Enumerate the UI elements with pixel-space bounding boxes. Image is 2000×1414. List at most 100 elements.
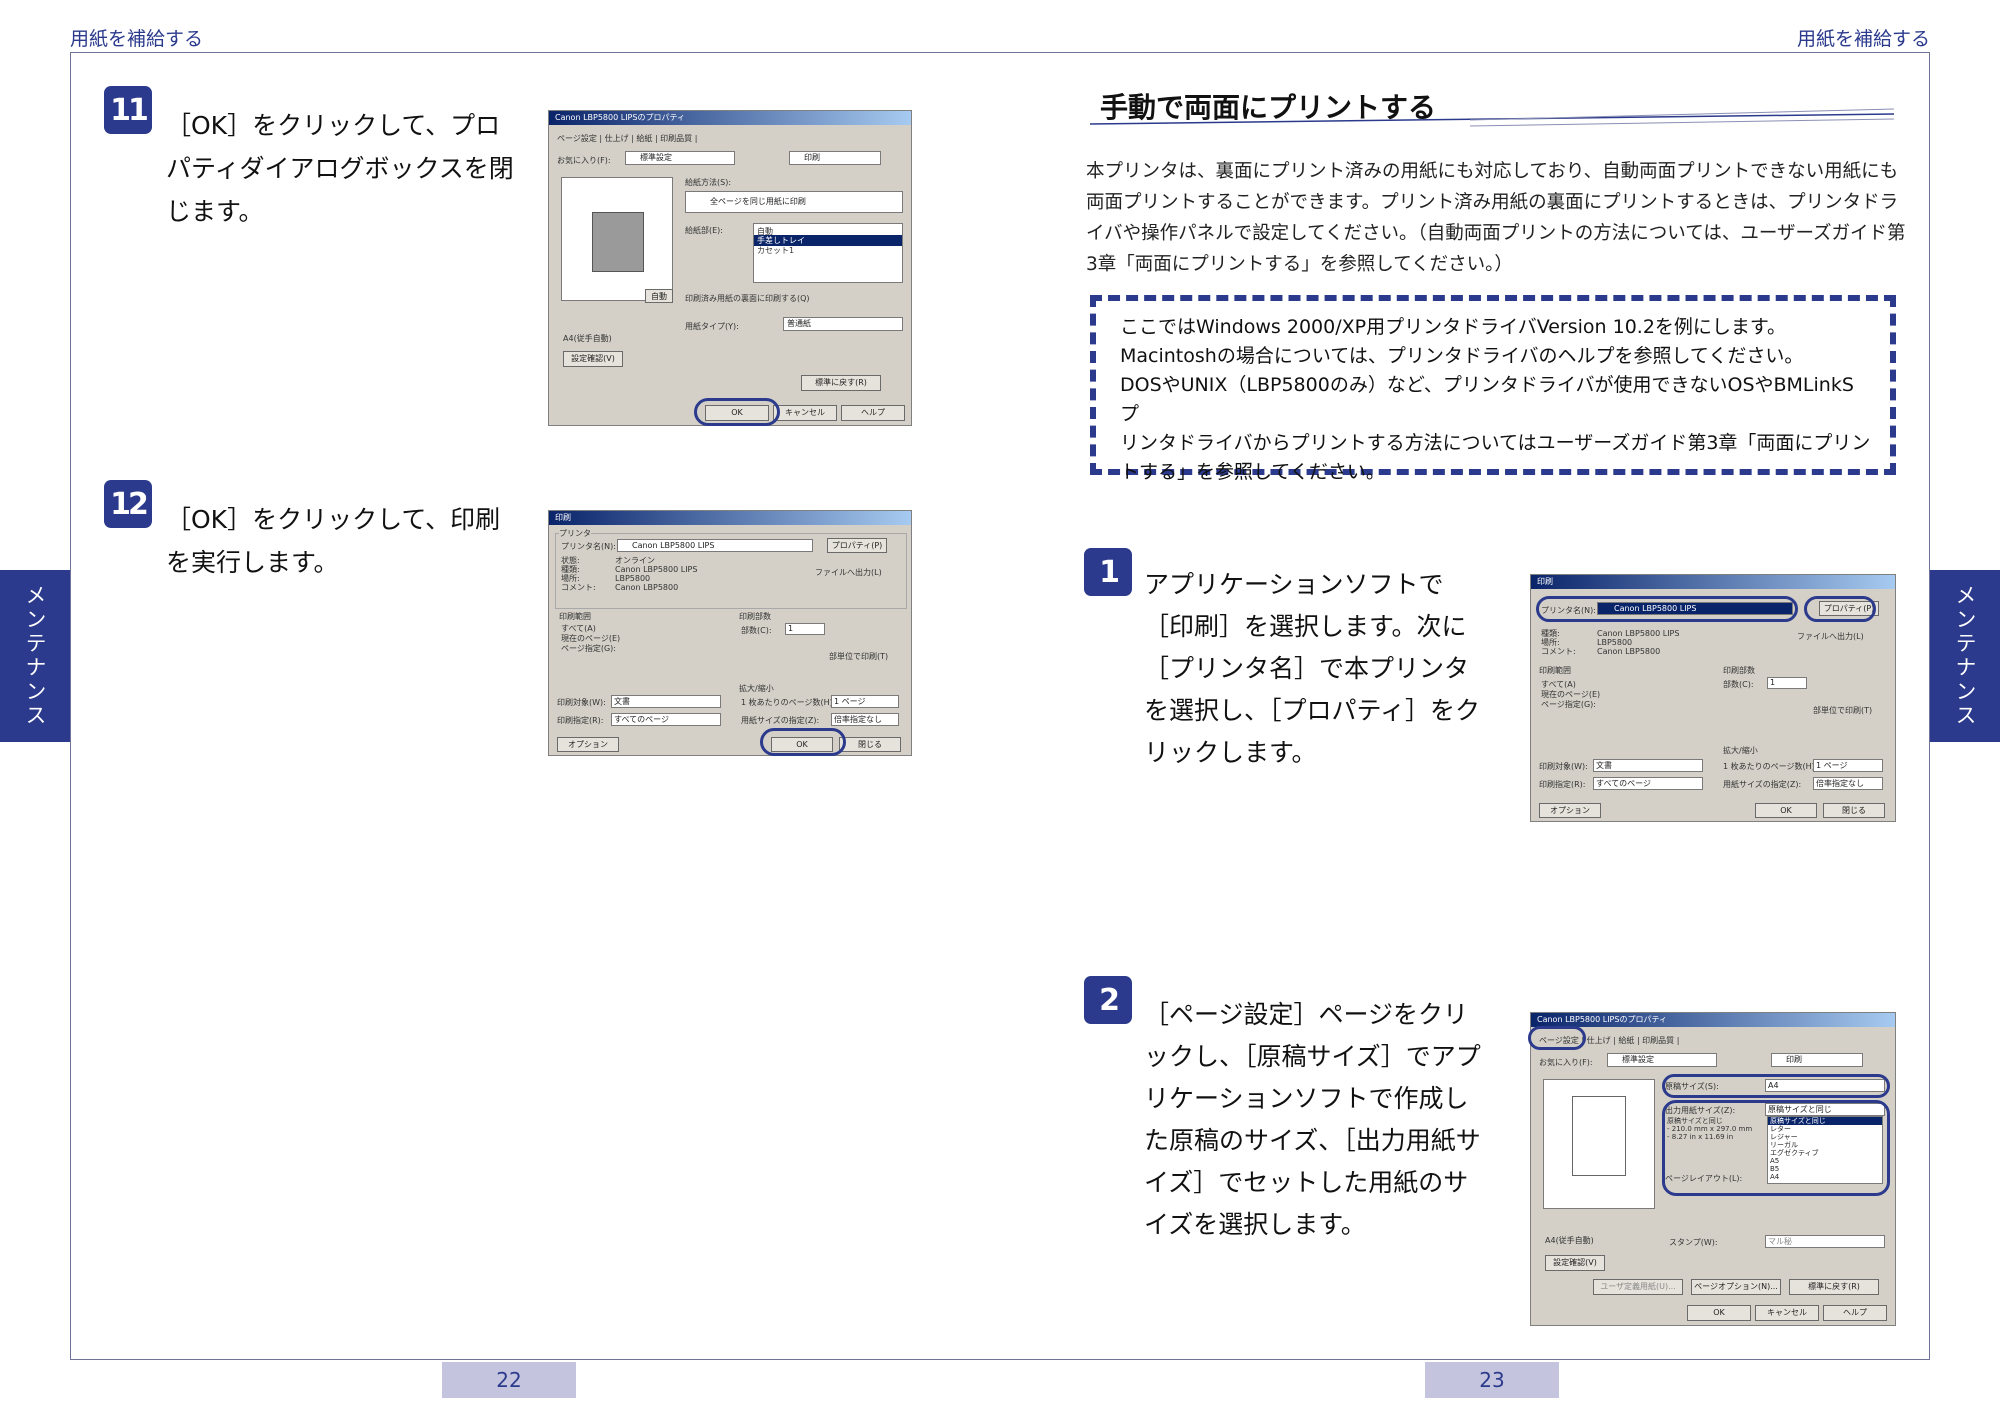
close-button[interactable]: 閉じる — [839, 737, 901, 752]
properties-button[interactable]: プロパティ(P) — [827, 538, 887, 553]
print-target-select[interactable]: 文書 — [1593, 759, 1703, 772]
printer-icon — [592, 212, 644, 272]
note-line: Macintoshの場合については、プリンタドライバのヘルプを参照してください。 — [1120, 345, 1804, 367]
printer-name-select[interactable]: Canon LBP5800 LIPS — [617, 539, 813, 552]
output-size-highlight-circle — [1662, 1100, 1890, 1196]
range-pages-radio[interactable]: ページ指定(G): — [561, 643, 616, 654]
print-to-file-checkbox[interactable]: ファイルへ出力(L) — [1797, 631, 1864, 642]
original-size-highlight-circle — [1662, 1074, 1890, 1098]
feed-source-item[interactable]: カセット1 — [757, 245, 794, 256]
info-label: 種類: — [561, 565, 580, 574]
feed-method-label: 給紙方法(S): — [685, 178, 732, 187]
per-sheet-select[interactable]: 1 ページ — [1813, 759, 1883, 772]
reverse-side-checkbox[interactable]: 印刷済み用紙の裏面に印刷する(Q) — [685, 293, 810, 304]
favorite-select[interactable]: 標準設定 — [625, 151, 735, 165]
print-pages-label: 印刷指定(R): — [557, 716, 604, 725]
note-line: DOSやUNIX（LBP5800のみ）など、プリンタドライバが使用できないOSや… — [1120, 374, 1854, 425]
page-number-left: 22 — [442, 1362, 576, 1398]
print-pages-select[interactable]: すべてのページ — [611, 713, 721, 726]
per-sheet-label: 1 枚あたりのページ数(H): — [1723, 762, 1818, 771]
options-button[interactable]: オプション(O)... — [1539, 803, 1601, 821]
range-pages-radio[interactable]: ページ指定(G): — [1541, 699, 1596, 710]
help-button[interactable]: ヘルプ — [1823, 1305, 1887, 1321]
feed-source-list[interactable]: 自動 手差しトレイ カセット1 — [753, 223, 903, 283]
paper-type-select[interactable]: 普通紙 — [783, 317, 903, 331]
step-badge-2: 2 — [1084, 976, 1132, 1024]
print-mode-select[interactable]: 印刷 — [1771, 1053, 1863, 1067]
fit-paper-select[interactable]: 倍率指定なし — [831, 713, 899, 726]
copies-group-label: 印刷部数 — [739, 612, 771, 621]
info-value: Canon LBP5800 — [1597, 647, 1661, 656]
feed-method-select[interactable]: 全ページを同じ用紙に印刷 — [685, 191, 903, 213]
info-value: Canon LBP5800 — [615, 583, 679, 592]
copies-input[interactable]: 1 — [1767, 677, 1807, 689]
favorite-label: お気に入り(F): — [557, 156, 611, 165]
step-text-2: ［ページ設定］ページをクリックし、［原稿サイズ］でアプリケーションソフトで作成し… — [1144, 1000, 1481, 1239]
stamp-select[interactable]: マル秘 — [1765, 1235, 1885, 1248]
running-header-right: 用紙を補給する — [1796, 28, 1930, 50]
restore-defaults-button[interactable]: 標準に戻す(R) — [801, 375, 881, 391]
range-group-label: 印刷範囲 — [559, 612, 591, 621]
printer-name-label: プリンタ名(N): — [561, 542, 616, 551]
copies-label: 部数(C): — [741, 626, 772, 635]
side-tab-left: メンテナンス — [0, 570, 70, 742]
printer-preview — [561, 177, 673, 301]
paper-type-label: 用紙タイプ(Y): — [685, 322, 739, 331]
options-button[interactable]: オプション(O)... — [557, 737, 619, 755]
a4-label: A4(従手自動) — [563, 334, 612, 343]
print-target-label: 印刷対象(W): — [557, 698, 606, 707]
collate-checkbox[interactable]: 部単位で印刷(T) — [829, 651, 888, 662]
info-value: オンライン — [615, 556, 655, 565]
user-defined-size-button[interactable]: ユーザ定義用紙(U)... — [1593, 1279, 1683, 1295]
ok-highlight-circle — [760, 728, 846, 756]
cancel-button[interactable]: キャンセル — [1755, 1305, 1819, 1321]
close-button[interactable]: 閉じる — [1823, 803, 1885, 818]
confirm-settings-button[interactable]: 設定確認(V) — [563, 351, 623, 367]
per-sheet-label: 1 枚あたりのページ数(H): — [741, 698, 836, 707]
properties-dialog-screenshot: Canon LBP5800 LIPSのプロパティ ページ設定 | 仕上げ | 給… — [548, 110, 912, 426]
print-pages-select[interactable]: すべてのページ — [1593, 777, 1703, 790]
help-button[interactable]: ヘルプ — [841, 405, 905, 421]
range-group-label: 印刷範囲 — [1539, 666, 1571, 675]
per-sheet-select[interactable]: 1 ページ — [831, 695, 899, 708]
print-to-file-checkbox[interactable]: ファイルへ出力(L) — [815, 567, 882, 578]
zoom-group-label: 拡大/縮小 — [739, 684, 774, 693]
fit-paper-select[interactable]: 倍率指定なし — [1813, 777, 1883, 790]
ok-button[interactable]: OK — [1687, 1305, 1751, 1321]
info-value: Canon LBP5800 LIPS — [615, 565, 698, 574]
page-thumbnail — [1572, 1096, 1626, 1176]
copies-input[interactable]: 1 — [785, 623, 825, 635]
restore-defaults-button[interactable]: 標準に戻す(R) — [1789, 1279, 1879, 1295]
favorite-select[interactable]: 標準設定 — [1607, 1053, 1717, 1067]
print-mode-select[interactable]: 印刷 — [789, 151, 881, 165]
cancel-button[interactable]: キャンセル — [773, 405, 837, 421]
print-target-label: 印刷対象(W): — [1539, 762, 1588, 771]
dialog-title: Canon LBP5800 LIPSのプロパティ — [549, 111, 911, 125]
info-label: 場所: — [1541, 638, 1560, 647]
page-options-button[interactable]: ページオプション(N)... — [1691, 1279, 1781, 1295]
info-label: コメント: — [561, 583, 596, 592]
favorite-label: お気に入り(F): — [1539, 1058, 1593, 1067]
ok-button[interactable]: OK — [1755, 803, 1817, 818]
stamp-checkbox[interactable]: スタンプ(W): — [1669, 1237, 1718, 1248]
print-pages-label: 印刷指定(R): — [1539, 780, 1586, 789]
tab-strip[interactable]: ページ設定 | 仕上げ | 給紙 | 印刷品質 | — [557, 133, 697, 144]
dialog-title: 印刷 — [1531, 575, 1895, 589]
step-badge-11: 11 — [104, 86, 152, 134]
properties-highlight-circle — [1804, 596, 1876, 622]
collate-checkbox[interactable]: 部単位で印刷(T) — [1813, 705, 1872, 716]
copies-group-label: 印刷部数 — [1723, 666, 1755, 675]
print-target-select[interactable]: 文書 — [611, 695, 721, 708]
step-text-12: ［OK］をクリックして、印刷を実行します。 — [166, 505, 501, 577]
ok-highlight-circle — [694, 398, 780, 426]
confirm-settings-button[interactable]: 設定確認(V) — [1545, 1255, 1605, 1271]
printer-info-values: オンライン Canon LBP5800 LIPS LBP5800 Canon L… — [615, 556, 697, 592]
a4-label: A4(従手自動) — [1545, 1236, 1594, 1245]
page-setup-tab-highlight-circle — [1528, 1026, 1586, 1050]
copies-label: 部数(C): — [1723, 680, 1754, 689]
info-value: LBP5800 — [615, 574, 651, 583]
dialog-title: 印刷 — [549, 511, 911, 525]
printer-group-label: プリンタ — [559, 528, 591, 539]
info-label: 場所: — [561, 574, 580, 583]
info-label: 状態: — [561, 556, 580, 565]
